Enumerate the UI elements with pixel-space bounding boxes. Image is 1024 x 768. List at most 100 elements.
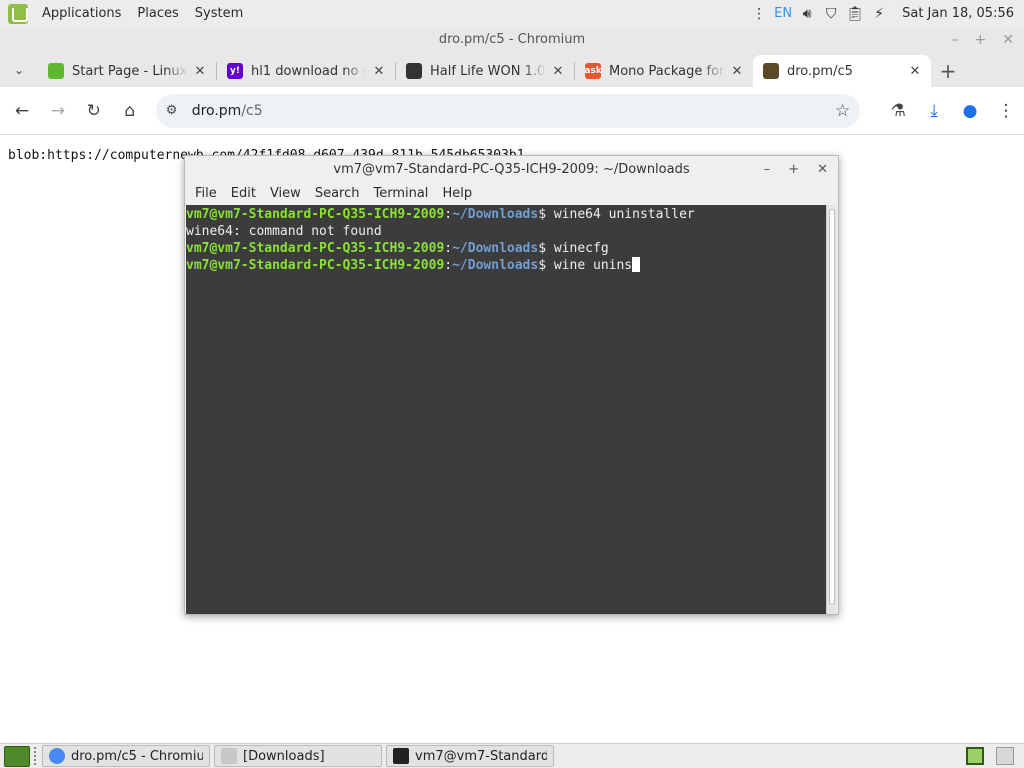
prompt-colon: : (444, 241, 453, 256)
new-tab-button[interactable]: + (931, 55, 965, 87)
tab-close-icon[interactable]: ✕ (729, 64, 745, 79)
profile-icon[interactable]: ● (952, 93, 988, 129)
taskbar-button-3[interactable]: vm7@vm7-Standard-PC-Q35-ICH9-2009: ~/Dow… (386, 745, 554, 767)
tab-close-icon[interactable]: ✕ (371, 64, 387, 79)
browser-window-controls: – + ✕ (952, 27, 1014, 53)
prompt-dollar: $ (538, 207, 554, 222)
panel-grip (34, 747, 38, 765)
address-host: dro.pm (191, 102, 242, 119)
terminal-menubar: File Edit View Search Terminal Help (185, 182, 838, 204)
clock[interactable]: Sat Jan 18, 05:56 (902, 6, 1014, 21)
volume-icon[interactable]: 🔊︎ (798, 5, 816, 23)
terminal-menu-help[interactable]: Help (435, 186, 479, 201)
tab-4[interactable]: ask Mono Package for Wine ✕ (575, 55, 753, 87)
menu-applications[interactable]: Applications (34, 6, 129, 21)
terminal-menu-view[interactable]: View (263, 186, 308, 201)
maximize-icon[interactable]: + (975, 32, 987, 48)
workspace-1[interactable] (966, 747, 984, 765)
address-path: /c5 (241, 102, 263, 119)
back-button[interactable]: ← (4, 93, 40, 129)
top-panel: Applications Places System ⋮ EN 🔊︎ ⛉ 📋︎ … (0, 0, 1024, 27)
close-icon[interactable]: ✕ (1002, 32, 1014, 48)
reload-button[interactable]: ↻ (76, 93, 112, 129)
command-text: winecfg (553, 241, 609, 256)
text-cursor (632, 257, 641, 272)
tab-5[interactable]: dro.pm/c5 ✕ (753, 55, 931, 87)
overflow-menu-icon[interactable]: ⋮ (750, 5, 768, 23)
prompt-dollar: $ (538, 241, 554, 256)
terminal-prompt-line: vm7@vm7-Standard-PC-Q35-ICH9-2009:~/Down… (186, 240, 827, 257)
tab-1[interactable]: Start Page - Linux Mint ✕ (38, 55, 216, 87)
taskbar-label: vm7@vm7-Standard-PC-Q35-ICH9-2009: ~/Dow… (415, 748, 547, 764)
prompt-user: vm7@vm7-Standard-PC-Q35-ICH9-2009 (186, 207, 445, 222)
terminal-prompt-line: vm7@vm7-Standard-PC-Q35-ICH9-2009:~/Down… (186, 206, 827, 223)
tab-2[interactable]: y! hl1 download no steam ✕ (217, 55, 395, 87)
prompt-colon: : (444, 207, 453, 222)
terminal-output[interactable]: vm7@vm7-Standard-PC-Q35-ICH9-2009:~/Down… (186, 205, 827, 614)
terminal-output-line: wine64: command not found (186, 224, 382, 239)
terminal-window[interactable]: vm7@vm7-Standard-PC-Q35-ICH9-2009: ~/Dow… (184, 155, 839, 615)
tab-close-icon[interactable]: ✕ (192, 64, 208, 79)
prompt-colon: : (444, 258, 453, 273)
mint-logo-icon (48, 63, 64, 79)
tab-close-icon[interactable]: ✕ (907, 64, 923, 79)
archive-org-icon (406, 63, 422, 79)
terminal-titlebar[interactable]: vm7@vm7-Standard-PC-Q35-ICH9-2009: ~/Dow… (185, 156, 838, 182)
bookmark-star-icon[interactable]: ☆ (835, 101, 850, 121)
terminal-prompt-line: vm7@vm7-Standard-PC-Q35-ICH9-2009:~/Down… (186, 257, 827, 274)
labs-flask-icon[interactable]: ⚗︎ (880, 93, 916, 129)
shield-icon[interactable]: ⛉ (822, 5, 840, 23)
browser-menu-icon[interactable]: ⋮ (988, 93, 1024, 129)
address-bar[interactable]: ⚙︎ dro.pm/c5 ☆ (155, 93, 861, 128)
chromium-icon (49, 748, 65, 764)
yahoo-icon: y! (227, 63, 243, 79)
ask-icon: ask (584, 63, 602, 79)
tab-label: dro.pm/c5 (787, 63, 853, 79)
tab-search-chevron-icon[interactable]: ⌄ (0, 53, 38, 87)
network-icon[interactable]: ⚡︎ (870, 5, 888, 23)
browser-window-title: dro.pm/c5 - Chromium (0, 27, 1024, 53)
prompt-user: vm7@vm7-Standard-PC-Q35-ICH9-2009 (186, 241, 445, 256)
prompt-user: vm7@vm7-Standard-PC-Q35-ICH9-2009 (186, 258, 445, 273)
minimize-icon[interactable]: – (952, 32, 959, 48)
tab-3[interactable]: Half Life WON 1.0 ✕ (396, 55, 574, 87)
terminal-menu-file[interactable]: File (188, 186, 224, 201)
menu-system[interactable]: System (187, 6, 251, 21)
bottom-panel: dro.pm/c5 - Chromium [Downloads] vm7@vm7-S… (0, 743, 1024, 768)
prompt-path: ~/Downloads (452, 241, 539, 256)
show-desktop-button[interactable] (4, 745, 30, 767)
taskbar-button-2[interactable]: [Downloads] (214, 745, 382, 767)
prompt-path: ~/Downloads (452, 258, 539, 273)
taskbar-label: [Downloads] (243, 748, 325, 764)
folder-icon (221, 748, 237, 764)
terminal-menu-edit[interactable]: Edit (224, 186, 263, 201)
tab-label: hl1 download no steam (251, 63, 367, 79)
prompt-path: ~/Downloads (452, 207, 539, 222)
browser-toolbar: ← → ↻ ⌂ ⚙︎ dro.pm/c5 ☆ ⚗︎ ⤓ ● ⋮ (0, 87, 1024, 135)
minimize-icon[interactable]: – (764, 162, 771, 177)
terminal-scrollbar[interactable] (826, 205, 837, 614)
forward-button[interactable]: → (40, 93, 76, 129)
maximize-icon[interactable]: + (788, 162, 799, 177)
system-tray: ⋮ EN 🔊︎ ⛉ 📋︎ ⚡︎ Sat Jan 18, 05:56 (750, 5, 1024, 23)
close-icon[interactable]: ✕ (817, 162, 828, 177)
taskbar-button-1[interactable]: dro.pm/c5 - Chromium (42, 745, 210, 767)
terminal-menu-terminal[interactable]: Terminal (366, 186, 435, 201)
terminal-favicon-icon (763, 63, 779, 79)
site-info-icon[interactable]: ⚙︎ (166, 103, 184, 118)
download-icon[interactable]: ⤓ (916, 93, 952, 129)
scrollbar-thumb[interactable] (829, 209, 835, 605)
terminal-menu-search[interactable]: Search (308, 186, 367, 201)
workspace-2[interactable] (996, 747, 1014, 765)
home-button[interactable]: ⌂ (112, 93, 148, 129)
command-text: wine64 uninstaller (553, 207, 695, 222)
clipboard-icon[interactable]: 📋︎ (846, 5, 864, 23)
taskbar-label: dro.pm/c5 - Chromium (71, 748, 203, 764)
menu-places[interactable]: Places (129, 6, 186, 21)
tab-close-icon[interactable]: ✕ (550, 64, 566, 79)
keyboard-layout-indicator[interactable]: EN (774, 6, 792, 21)
command-text: wine unins (553, 258, 633, 273)
mint-menu-icon[interactable] (8, 3, 28, 24)
terminal-icon (393, 748, 409, 764)
tab-strip: ⌄ Start Page - Linux Mint ✕ y! hl1 download… (0, 53, 1024, 87)
